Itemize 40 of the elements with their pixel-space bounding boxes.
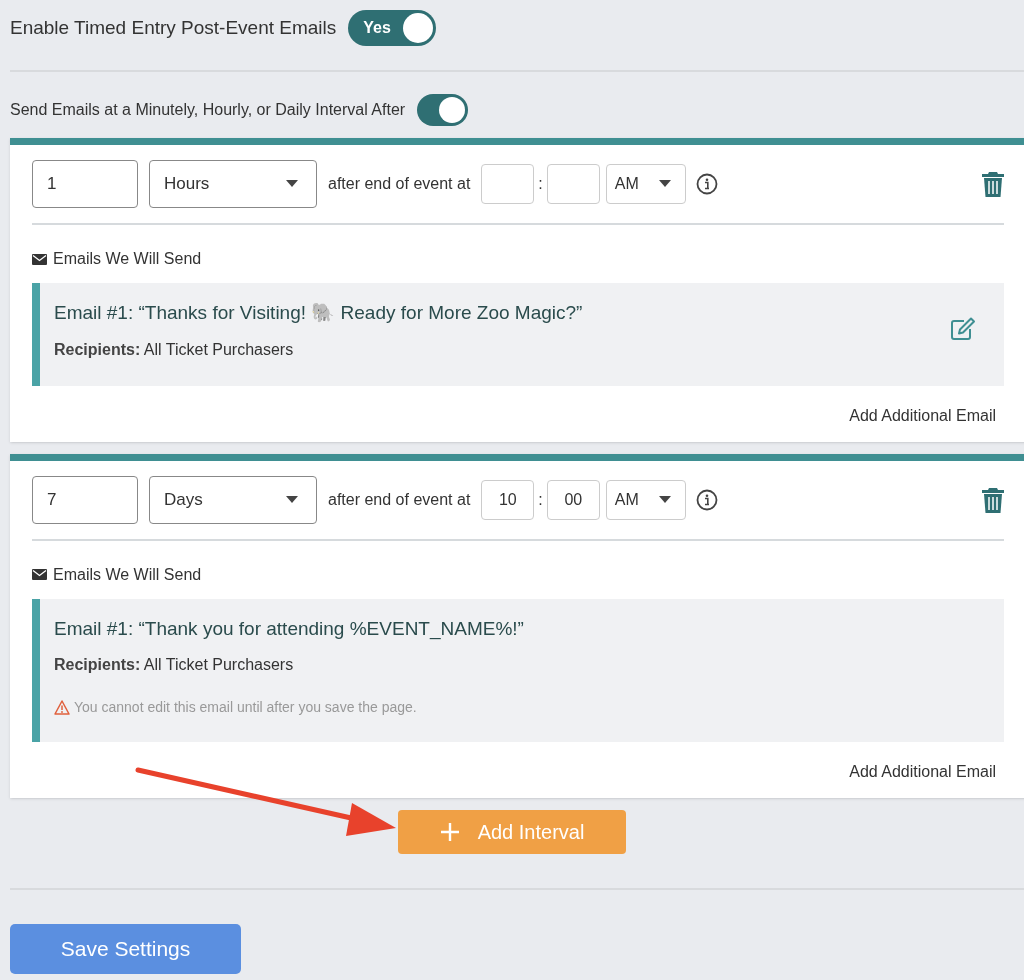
envelope-icon [32, 569, 47, 580]
email-title: Email #1: “Thanks for Visiting! 🐘 Ready for More Zoo Magic?” [54, 301, 583, 325]
warning-text: You cannot edit this email until after you save the page. [74, 698, 417, 717]
field-label: after end of event at [328, 174, 471, 194]
time-separator: : [538, 489, 543, 510]
caret-icon [286, 495, 298, 504]
amount-field[interactable]: 7 [32, 475, 138, 524]
recipients-text: Recipients: All Ticket Purchasers [54, 339, 295, 360]
hour-field[interactable]: 10 [481, 479, 535, 520]
info-icon[interactable] [695, 488, 718, 511]
warning-icon [54, 700, 70, 715]
meridiem-select[interactable]: AM [605, 164, 686, 204]
plus-icon [439, 822, 460, 842]
setting-label: Send Emails at a Minutely, Hourly, or Daily Interval After [10, 100, 406, 120]
minute-field[interactable]: 00 [546, 479, 600, 520]
trash-icon[interactable] [982, 486, 1004, 513]
add-email-link[interactable]: Add Additional Email [849, 403, 996, 428]
time-separator: : [538, 174, 543, 194]
caret-icon [286, 180, 298, 188]
toggle-switch[interactable]: Yes [348, 10, 437, 46]
unit-select[interactable]: Hours [149, 160, 317, 208]
hour-field[interactable] [481, 164, 535, 204]
email-title: Email #1: “Thank you for attending %EVENT_NAME%!” [54, 616, 524, 642]
info-icon[interactable] [695, 173, 718, 195]
add-email-link[interactable]: Add Additional Email [849, 760, 996, 784]
setting-label: Enable Timed Entry Post-Event Emails [10, 15, 337, 40]
meridiem-select[interactable]: AM [605, 479, 686, 520]
toggle-switch[interactable] [417, 94, 469, 126]
edit-icon[interactable] [950, 317, 976, 341]
envelope-icon [32, 253, 47, 265]
section-label: Emails We Will Send [53, 564, 202, 585]
section-label: Emails We Will Send [53, 249, 202, 269]
trash-icon[interactable] [982, 171, 1004, 197]
minute-field[interactable] [546, 164, 600, 204]
caret-icon [658, 495, 671, 504]
recipients-text: Recipients: All Ticket Purchasers [54, 655, 295, 675]
unit-select[interactable]: Days [149, 475, 317, 524]
field-label: after end of event at [328, 489, 471, 510]
caret-icon [658, 180, 671, 188]
amount-field[interactable]: 1 [32, 160, 138, 208]
